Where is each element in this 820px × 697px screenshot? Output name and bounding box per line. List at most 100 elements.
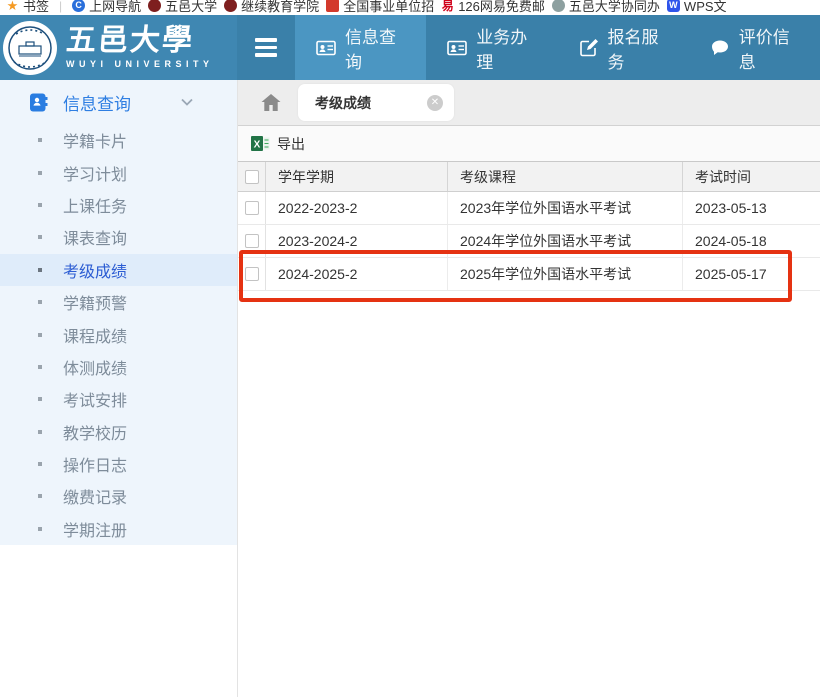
- nav-tab-label: 信息查询: [345, 23, 405, 73]
- bookmark-item[interactable]: W WPS文: [667, 0, 727, 15]
- star-icon: ★: [6, 0, 19, 12]
- bookmark-label: 上网导航: [89, 0, 141, 15]
- sidebar-item-student-card[interactable]: 学籍卡片: [0, 124, 237, 156]
- sidebar-item-payment-records[interactable]: 缴费记录: [0, 480, 237, 512]
- sidebar-item-semester-registration[interactable]: 学期注册: [0, 513, 237, 545]
- sidebar-item-label: 学籍卡片: [63, 128, 127, 152]
- sidebar-item-study-plan[interactable]: 学习计划: [0, 156, 237, 188]
- bookmark-label: 五邑大学协同办: [569, 0, 660, 15]
- bookmark-item[interactable]: C 上网导航: [72, 0, 141, 15]
- sidebar-item-exam-schedule[interactable]: 考试安排: [0, 383, 237, 415]
- column-header-semester: 学年学期: [266, 162, 448, 191]
- cell-semester: 2023-2024-2: [266, 225, 448, 257]
- sidebar-item-operation-log[interactable]: 操作日志: [0, 448, 237, 480]
- sidebar-item-label: 考级成绩: [63, 258, 127, 282]
- cell-course: 2023年学位外国语水平考试: [448, 192, 683, 224]
- university-name-en: WUYI UNIVERSITY: [66, 59, 214, 69]
- row-checkbox[interactable]: [245, 201, 259, 215]
- bookmark-label: 五邑大学: [165, 0, 217, 15]
- university-name: 五邑大學 WUYI UNIVERSITY: [66, 26, 214, 69]
- sidebar-item-status-warning[interactable]: 学籍预警: [0, 286, 237, 318]
- bookmark-item[interactable]: 易 126网易免费邮: [441, 0, 545, 15]
- sidebar-item-label: 学习计划: [63, 161, 127, 185]
- bullet-icon: [38, 462, 42, 466]
- bullet-icon: [38, 300, 42, 304]
- sidebar-item-label: 教学校历: [63, 420, 127, 444]
- row-checkbox[interactable]: [245, 234, 259, 248]
- nav-tab-evaluation[interactable]: 评价信息: [689, 15, 820, 80]
- app-header: 五邑大學 WUYI UNIVERSITY 信息查询 业务办理 报名服务: [0, 15, 820, 80]
- sidebar-item-label: 缴费记录: [63, 484, 127, 508]
- bullet-icon: [38, 235, 42, 239]
- column-header-exam-date: 考试时间: [683, 162, 820, 191]
- id-card-icon: [447, 38, 467, 58]
- close-icon[interactable]: ✕: [427, 95, 443, 111]
- nav-tab-business[interactable]: 业务办理: [426, 15, 557, 80]
- sidebar-item-label: 课表查询: [63, 225, 127, 249]
- bookmark-label: WPS文: [684, 0, 727, 15]
- row-checkbox-cell: [238, 225, 266, 257]
- nav-tab-info-query[interactable]: 信息查询: [295, 15, 426, 80]
- svg-text:X: X: [254, 140, 261, 151]
- cell-exam-date: 2024-05-18: [683, 225, 820, 257]
- sidebar-item-label: 学期注册: [63, 517, 127, 541]
- table-row[interactable]: 2023-2024-2 2024年学位外国语水平考试 2024-05-18: [238, 225, 820, 258]
- bookmark-item[interactable]: 全国事业单位招: [326, 0, 434, 15]
- table-header-row: 学年学期 考级课程 考试时间: [238, 162, 820, 192]
- edit-icon: [579, 38, 599, 58]
- select-all-checkbox[interactable]: [245, 170, 259, 184]
- bullet-icon: [38, 397, 42, 401]
- cell-exam-date: 2023-05-13: [683, 192, 820, 224]
- cell-semester: 2022-2023-2: [266, 192, 448, 224]
- contact-book-icon: [29, 93, 48, 112]
- bookmarks-separator: |: [56, 0, 65, 13]
- sidebar-item-fitness-test-scores[interactable]: 体测成绩: [0, 351, 237, 383]
- sidebar-item-exam-level-scores[interactable]: 考级成绩: [0, 254, 237, 286]
- chevron-down-icon: [181, 93, 193, 111]
- id-card-icon: [316, 38, 336, 58]
- school-badge-icon: [224, 0, 237, 12]
- sidebar-group-label: 信息查询: [63, 90, 131, 115]
- excel-icon: X: [251, 135, 270, 152]
- export-button[interactable]: X 导出: [251, 134, 305, 154]
- bookmark-item[interactable]: ★ 书签: [6, 0, 49, 15]
- menu-toggle-button[interactable]: [237, 15, 295, 80]
- bookmark-item[interactable]: 五邑大学协同办: [552, 0, 660, 15]
- home-button[interactable]: [259, 91, 283, 115]
- bookmark-item[interactable]: 继续教育学院: [224, 0, 319, 15]
- nav-tab-registration[interactable]: 报名服务: [558, 15, 689, 80]
- row-checkbox[interactable]: [245, 267, 259, 281]
- bookmark-label: 全国事业单位招: [343, 0, 434, 15]
- navigation-icon: C: [72, 0, 85, 12]
- sidebar-item-class-tasks[interactable]: 上课任务: [0, 189, 237, 221]
- bullet-icon: [38, 365, 42, 369]
- sidebar-item-label: 上课任务: [63, 193, 127, 217]
- school-badge-icon: [148, 0, 161, 12]
- table-row[interactable]: 2022-2023-2 2023年学位外国语水平考试 2023-05-13: [238, 192, 820, 225]
- cell-semester: 2024-2025-2: [266, 258, 448, 290]
- bookmark-item[interactable]: 五邑大学: [148, 0, 217, 15]
- sidebar: 信息查询 学籍卡片 学习计划 上课任务 课表查询 考级成绩 学籍预警 课程成绩 …: [0, 80, 237, 697]
- export-label: 导出: [277, 134, 305, 154]
- toolbar: X 导出: [238, 126, 820, 162]
- bookmark-label: 继续教育学院: [241, 0, 319, 15]
- table-row-highlighted[interactable]: 2024-2025-2 2025年学位外国语水平考试 2025-05-17: [238, 258, 820, 291]
- bookmark-label: 书签: [23, 0, 49, 15]
- sidebar-item-timetable-query[interactable]: 课表查询: [0, 221, 237, 253]
- row-checkbox-cell: [238, 258, 266, 290]
- bullet-icon: [38, 527, 42, 531]
- comment-icon: [710, 38, 730, 58]
- bullet-icon: [38, 494, 42, 498]
- page-tab-exam-level-scores[interactable]: 考级成绩 ✕: [298, 84, 454, 121]
- hamburger-icon: [255, 38, 277, 57]
- red-square-icon: [326, 0, 339, 12]
- bookmark-label: 126网易免费邮: [458, 0, 545, 15]
- row-checkbox-cell: [238, 192, 266, 224]
- sidebar-item-academic-calendar[interactable]: 教学校历: [0, 416, 237, 448]
- sidebar-group-info-query[interactable]: 信息查询: [0, 80, 237, 124]
- results-table: 学年学期 考级课程 考试时间 2022-2023-2 2023年学位外国语水平考…: [238, 162, 820, 291]
- sidebar-item-label: 学籍预警: [63, 290, 127, 314]
- sidebar-item-course-scores[interactable]: 课程成绩: [0, 318, 237, 350]
- select-all-cell: [238, 162, 266, 191]
- university-name-zh: 五邑大學: [65, 26, 215, 56]
